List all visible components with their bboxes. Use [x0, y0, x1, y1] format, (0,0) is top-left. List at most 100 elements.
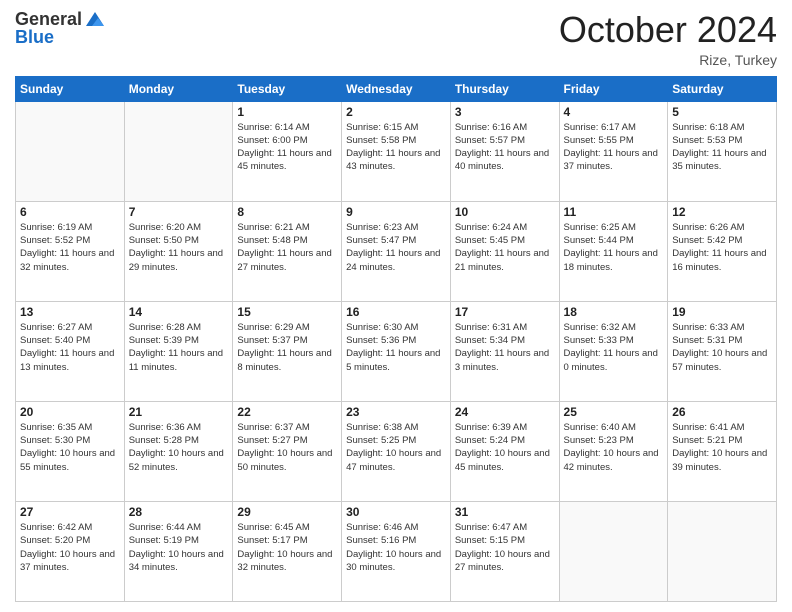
- cell-info: Sunrise: 6:46 AMSunset: 5:16 PMDaylight:…: [346, 521, 446, 574]
- day-number: 27: [20, 505, 120, 519]
- week-row-1: 1 Sunrise: 6:14 AMSunset: 6:00 PMDaylight…: [16, 101, 777, 201]
- day-number: 13: [20, 305, 120, 319]
- day-number: 11: [564, 205, 664, 219]
- day-header-friday: Friday: [559, 76, 668, 101]
- header-row: SundayMondayTuesdayWednesdayThursdayFrid…: [16, 76, 777, 101]
- calendar-cell: 1 Sunrise: 6:14 AMSunset: 6:00 PMDaylight…: [233, 101, 342, 201]
- cell-info: Sunrise: 6:38 AMSunset: 5:25 PMDaylight:…: [346, 421, 446, 474]
- calendar-cell: 9Sunrise: 6:23 AMSunset: 5:47 PMDaylight…: [342, 201, 451, 301]
- cell-info: Sunrise: 6:42 AMSunset: 5:20 PMDaylight:…: [20, 521, 120, 574]
- location: Rize, Turkey: [559, 52, 777, 68]
- calendar-cell: 5 Sunrise: 6:18 AMSunset: 5:53 PMDaylight…: [668, 101, 777, 201]
- cell-info: Sunrise: 6:14 AMSunset: 6:00 PMDaylight:…: [237, 121, 337, 174]
- cell-info: Sunrise: 6:26 AMSunset: 5:42 PMDaylight:…: [672, 221, 772, 274]
- day-number: 12: [672, 205, 772, 219]
- day-number: 4: [564, 105, 664, 119]
- calendar-cell: 29 Sunrise: 6:45 AMSunset: 5:17 PMDayligh…: [233, 501, 342, 601]
- cell-info: Sunrise: 6:18 AMSunset: 5:53 PMDaylight:…: [672, 121, 772, 174]
- calendar-cell: 22Sunrise: 6:37 AMSunset: 5:27 PMDayligh…: [233, 401, 342, 501]
- calendar-cell: 17 Sunrise: 6:31 AMSunset: 5:34 PMDayligh…: [450, 301, 559, 401]
- day-number: 28: [129, 505, 229, 519]
- calendar-cell: [559, 501, 668, 601]
- cell-info: Sunrise: 6:39 AMSunset: 5:24 PMDaylight:…: [455, 421, 555, 474]
- cell-info: Sunrise: 6:19 AMSunset: 5:52 PMDaylight:…: [20, 221, 120, 274]
- day-number: 10: [455, 205, 555, 219]
- calendar-cell: 20 Sunrise: 6:35 AMSunset: 5:30 PMDayligh…: [16, 401, 125, 501]
- day-number: 5: [672, 105, 772, 119]
- day-number: 2: [346, 105, 446, 119]
- day-number: 9: [346, 205, 446, 219]
- day-number: 16: [346, 305, 446, 319]
- calendar-cell: 23 Sunrise: 6:38 AMSunset: 5:25 PMDayligh…: [342, 401, 451, 501]
- calendar-cell: 15Sunrise: 6:29 AMSunset: 5:37 PMDayligh…: [233, 301, 342, 401]
- calendar-cell: 14 Sunrise: 6:28 AMSunset: 5:39 PMDayligh…: [124, 301, 233, 401]
- day-header-sunday: Sunday: [16, 76, 125, 101]
- calendar-cell: 11Sunrise: 6:25 AMSunset: 5:44 PMDayligh…: [559, 201, 668, 301]
- day-number: 14: [129, 305, 229, 319]
- calendar-cell: 8 Sunrise: 6:21 AMSunset: 5:48 PMDaylight…: [233, 201, 342, 301]
- calendar-cell: 27 Sunrise: 6:42 AMSunset: 5:20 PMDayligh…: [16, 501, 125, 601]
- cell-info: Sunrise: 6:41 AMSunset: 5:21 PMDaylight:…: [672, 421, 772, 474]
- calendar-cell: 7 Sunrise: 6:20 AMSunset: 5:50 PMDaylight…: [124, 201, 233, 301]
- calendar-cell: [124, 101, 233, 201]
- calendar-cell: 31 Sunrise: 6:47 AMSunset: 5:15 PMDayligh…: [450, 501, 559, 601]
- day-number: 1: [237, 105, 337, 119]
- cell-info: Sunrise: 6:36 AMSunset: 5:28 PMDaylight:…: [129, 421, 229, 474]
- day-number: 30: [346, 505, 446, 519]
- cell-info: Sunrise: 6:30 AMSunset: 5:36 PMDaylight:…: [346, 321, 446, 374]
- day-header-monday: Monday: [124, 76, 233, 101]
- calendar-cell: 4 Sunrise: 6:17 AMSunset: 5:55 PMDaylight…: [559, 101, 668, 201]
- day-number: 19: [672, 305, 772, 319]
- day-number: 26: [672, 405, 772, 419]
- week-row-4: 20 Sunrise: 6:35 AMSunset: 5:30 PMDayligh…: [16, 401, 777, 501]
- cell-info: Sunrise: 6:28 AMSunset: 5:39 PMDaylight:…: [129, 321, 229, 374]
- day-header-saturday: Saturday: [668, 76, 777, 101]
- calendar-cell: 25Sunrise: 6:40 AMSunset: 5:23 PMDayligh…: [559, 401, 668, 501]
- day-number: 21: [129, 405, 229, 419]
- header: General Blue October 2024 Rize, Turkey: [15, 10, 777, 68]
- day-number: 29: [237, 505, 337, 519]
- calendar-cell: 16 Sunrise: 6:30 AMSunset: 5:36 PMDayligh…: [342, 301, 451, 401]
- calendar-cell: 21 Sunrise: 6:36 AMSunset: 5:28 PMDayligh…: [124, 401, 233, 501]
- page: General Blue October 2024 Rize, Turkey S…: [0, 0, 792, 612]
- cell-info: Sunrise: 6:15 AMSunset: 5:58 PMDaylight:…: [346, 121, 446, 174]
- day-number: 18: [564, 305, 664, 319]
- week-row-2: 6 Sunrise: 6:19 AMSunset: 5:52 PMDaylight…: [16, 201, 777, 301]
- cell-info: Sunrise: 6:31 AMSunset: 5:34 PMDaylight:…: [455, 321, 555, 374]
- day-number: 8: [237, 205, 337, 219]
- calendar-cell: 28Sunrise: 6:44 AMSunset: 5:19 PMDayligh…: [124, 501, 233, 601]
- day-number: 17: [455, 305, 555, 319]
- week-row-5: 27 Sunrise: 6:42 AMSunset: 5:20 PMDayligh…: [16, 501, 777, 601]
- calendar-table: SundayMondayTuesdayWednesdayThursdayFrid…: [15, 76, 777, 602]
- day-number: 31: [455, 505, 555, 519]
- cell-info: Sunrise: 6:47 AMSunset: 5:15 PMDaylight:…: [455, 521, 555, 574]
- calendar-cell: 30 Sunrise: 6:46 AMSunset: 5:16 PMDayligh…: [342, 501, 451, 601]
- day-header-tuesday: Tuesday: [233, 76, 342, 101]
- day-number: 3: [455, 105, 555, 119]
- calendar-cell: 3 Sunrise: 6:16 AMSunset: 5:57 PMDaylight…: [450, 101, 559, 201]
- cell-info: Sunrise: 6:37 AMSunset: 5:27 PMDaylight:…: [237, 421, 337, 474]
- cell-info: Sunrise: 6:35 AMSunset: 5:30 PMDaylight:…: [20, 421, 120, 474]
- day-number: 20: [20, 405, 120, 419]
- logo-icon: [84, 8, 106, 30]
- cell-info: Sunrise: 6:32 AMSunset: 5:33 PMDaylight:…: [564, 321, 664, 374]
- day-number: 15: [237, 305, 337, 319]
- cell-info: Sunrise: 6:40 AMSunset: 5:23 PMDaylight:…: [564, 421, 664, 474]
- cell-info: Sunrise: 6:33 AMSunset: 5:31 PMDaylight:…: [672, 321, 772, 374]
- calendar-cell: 6 Sunrise: 6:19 AMSunset: 5:52 PMDaylight…: [16, 201, 125, 301]
- day-number: 23: [346, 405, 446, 419]
- calendar-cell: 10Sunrise: 6:24 AMSunset: 5:45 PMDayligh…: [450, 201, 559, 301]
- month-title: October 2024: [559, 10, 777, 50]
- calendar-cell: [668, 501, 777, 601]
- cell-info: Sunrise: 6:16 AMSunset: 5:57 PMDaylight:…: [455, 121, 555, 174]
- cell-info: Sunrise: 6:21 AMSunset: 5:48 PMDaylight:…: [237, 221, 337, 274]
- cell-info: Sunrise: 6:17 AMSunset: 5:55 PMDaylight:…: [564, 121, 664, 174]
- cell-info: Sunrise: 6:45 AMSunset: 5:17 PMDaylight:…: [237, 521, 337, 574]
- calendar-cell: 13Sunrise: 6:27 AMSunset: 5:40 PMDayligh…: [16, 301, 125, 401]
- day-number: 6: [20, 205, 120, 219]
- week-row-3: 13Sunrise: 6:27 AMSunset: 5:40 PMDayligh…: [16, 301, 777, 401]
- calendar-cell: 24Sunrise: 6:39 AMSunset: 5:24 PMDayligh…: [450, 401, 559, 501]
- cell-info: Sunrise: 6:20 AMSunset: 5:50 PMDaylight:…: [129, 221, 229, 274]
- day-number: 7: [129, 205, 229, 219]
- calendar-cell: 2 Sunrise: 6:15 AMSunset: 5:58 PMDaylight…: [342, 101, 451, 201]
